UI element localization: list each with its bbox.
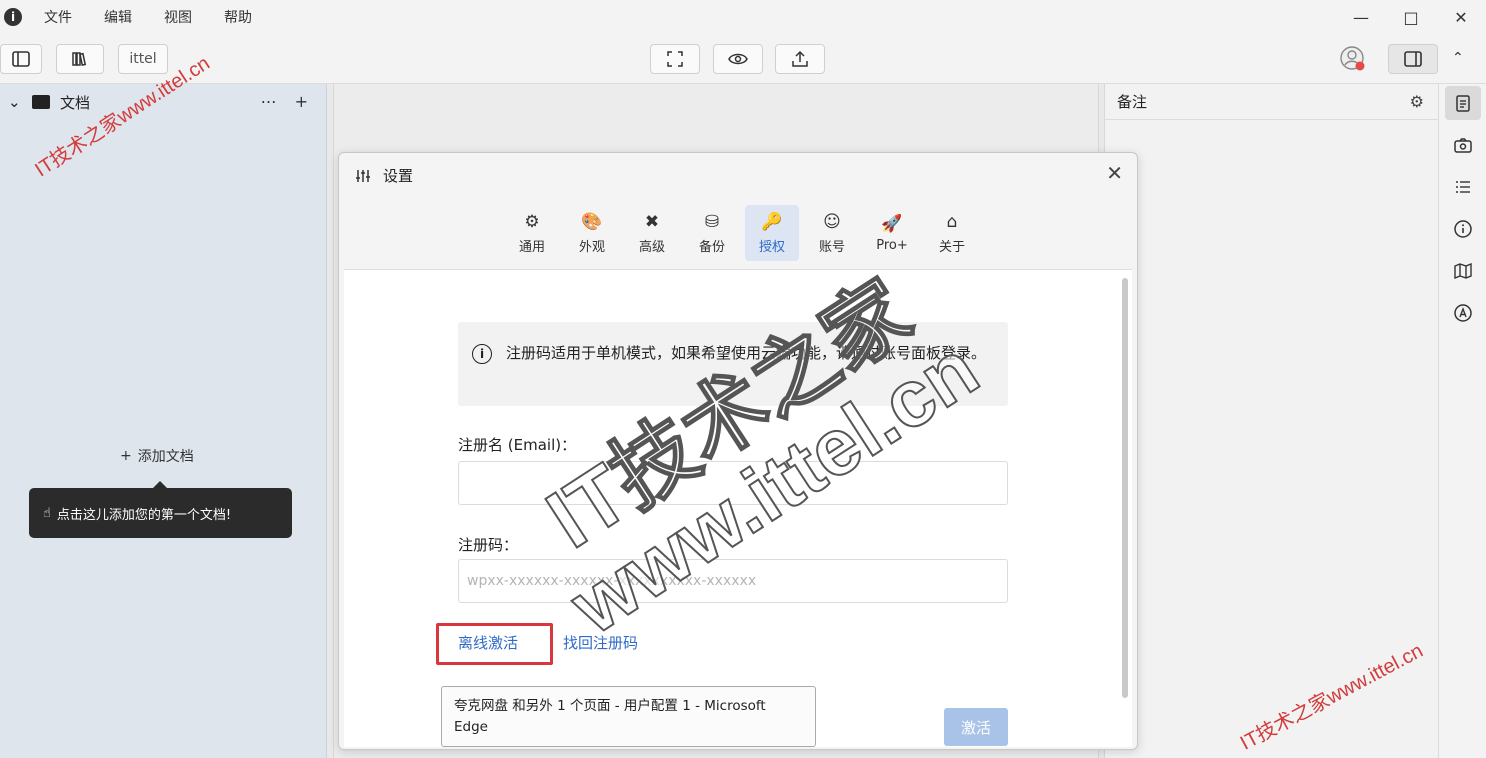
tab-ittel[interactable]: ittel xyxy=(118,44,168,74)
toggle-sidebar-button[interactable] xyxy=(0,44,42,74)
eye-icon xyxy=(728,53,748,65)
gear-icon: ⚙ xyxy=(524,211,540,232)
tab-general-label: 通用 xyxy=(518,239,545,255)
library-button[interactable] xyxy=(56,44,104,74)
tooltip-text: 点击这儿添加您的第一个文档! xyxy=(56,507,232,523)
offline-activate-link[interactable]: 离线激活 xyxy=(458,632,518,653)
onboarding-tooltip: ☝ 点击这儿添加您的第一个文档! xyxy=(29,481,292,538)
collapse-up-icon[interactable]: ⌃ xyxy=(1452,50,1464,66)
menu-view[interactable]: 视图 xyxy=(164,7,192,27)
settings-title: 设置 xyxy=(383,167,414,185)
preview-button[interactable] xyxy=(713,44,763,74)
sidebar-actions: ⋯ + xyxy=(261,92,308,111)
close-icon[interactable]: ✕ xyxy=(1106,161,1123,185)
tab-pro-label: Pro+ xyxy=(876,237,908,253)
tab-account-label: 账号 xyxy=(818,239,845,255)
tab-pro[interactable]: 🚀 Pro+ xyxy=(865,205,919,261)
tab-advanced[interactable]: ✖ 高级 xyxy=(625,205,679,261)
scrollbar[interactable] xyxy=(1122,278,1128,698)
upload-icon xyxy=(792,50,808,67)
documents-title: 文档 xyxy=(60,93,91,112)
settings-tabs: ⚙ 通用 🎨 外观 ✖ 高级 ⛁ 备份 🔑 授权 ☺ 账号 🚀 Pro+ ⌂ 关于 xyxy=(505,205,979,261)
plus-icon: + xyxy=(120,448,132,464)
map-icon[interactable] xyxy=(1445,254,1481,288)
camera-icon[interactable] xyxy=(1445,128,1481,162)
tab-general[interactable]: ⚙ 通用 xyxy=(505,205,559,261)
tab-appearance[interactable]: 🎨 外观 xyxy=(565,205,619,261)
close-window-icon[interactable]: ✕ xyxy=(1436,0,1486,34)
inbox-icon xyxy=(32,95,50,109)
tab-backup-label: 备份 xyxy=(698,239,725,255)
ai-assistant-icon[interactable] xyxy=(1445,296,1481,330)
rocket-icon: 🚀 xyxy=(881,213,903,234)
info-rail-icon[interactable] xyxy=(1445,212,1481,246)
code-label: 注册码： xyxy=(458,536,519,554)
outline-list-icon[interactable] xyxy=(1445,170,1481,204)
user-icon: ☺ xyxy=(823,211,841,232)
fullscreen-button[interactable] xyxy=(650,44,700,74)
tab-account[interactable]: ☺ 账号 xyxy=(805,205,859,261)
activate-button[interactable]: 激活 xyxy=(944,708,1008,746)
pointing-hand-icon: ☝ xyxy=(43,505,51,521)
info-icon: i xyxy=(472,344,492,364)
notes-title: 备注 xyxy=(1117,93,1148,111)
sliders-icon xyxy=(356,169,370,182)
expand-icon xyxy=(667,51,683,67)
gear-icon[interactable]: ⚙ xyxy=(1410,92,1424,111)
chevron-down-icon[interactable]: ⌄ xyxy=(8,93,22,111)
share-button[interactable] xyxy=(775,44,825,74)
notes-header: 备注 ⚙ xyxy=(1105,84,1438,120)
tab-backup[interactable]: ⛁ 备份 xyxy=(685,205,739,261)
menu-help[interactable]: 帮助 xyxy=(224,7,252,27)
tab-license-label: 授权 xyxy=(758,239,785,255)
documents-sidebar: ⌄ 文档 ⋯ + + 添加文档 ☝ 点击这儿添加您的第一个文档! xyxy=(0,84,327,758)
add-document-button[interactable]: + 添加文档 xyxy=(120,446,194,466)
toggle-right-panel-button[interactable] xyxy=(1388,44,1438,74)
database-icon: ⛁ xyxy=(704,211,720,232)
home-icon: ⌂ xyxy=(946,211,958,232)
books-icon xyxy=(72,52,87,66)
sidebar-icon xyxy=(12,51,30,67)
toolbar: ittel ⌃ xyxy=(0,34,1486,84)
palette-icon: 🎨 xyxy=(581,211,603,232)
tab-about-label: 关于 xyxy=(938,239,965,255)
right-panel-icon xyxy=(1404,51,1422,67)
tools-icon: ✖ xyxy=(644,211,660,232)
more-icon[interactable]: ⋯ xyxy=(261,92,277,111)
menu-file[interactable]: 文件 xyxy=(44,7,72,27)
tab-license[interactable]: 🔑 授权 xyxy=(745,205,799,261)
window-controls: — □ ✕ xyxy=(1336,0,1486,34)
menu-edit[interactable]: 编辑 xyxy=(104,7,132,27)
notes-rail-icon[interactable] xyxy=(1445,86,1481,120)
key-icon: 🔑 xyxy=(761,211,783,232)
maximize-icon[interactable]: □ xyxy=(1386,0,1436,34)
tab-about[interactable]: ⌂ 关于 xyxy=(925,205,979,261)
settings-title-bar: 设置 xyxy=(355,165,413,186)
minimize-icon[interactable]: — xyxy=(1336,0,1386,34)
account-avatar-icon[interactable] xyxy=(1340,46,1366,72)
app-logo-icon: i xyxy=(4,8,22,26)
title-bar: i 文件 编辑 视图 帮助 — □ ✕ xyxy=(0,0,1486,34)
add-icon[interactable]: + xyxy=(295,92,308,111)
tab-appearance-label: 外观 xyxy=(578,239,605,255)
tab-advanced-label: 高级 xyxy=(638,239,665,255)
add-document-label: 添加文档 xyxy=(137,449,194,465)
right-rail xyxy=(1438,84,1486,758)
taskbar-preview-tooltip: 夸克网盘 和另外 1 个页面 - 用户配置 1 - Microsoft Edge xyxy=(441,686,816,747)
menu-bar: 文件 编辑 视图 帮助 xyxy=(44,7,284,27)
